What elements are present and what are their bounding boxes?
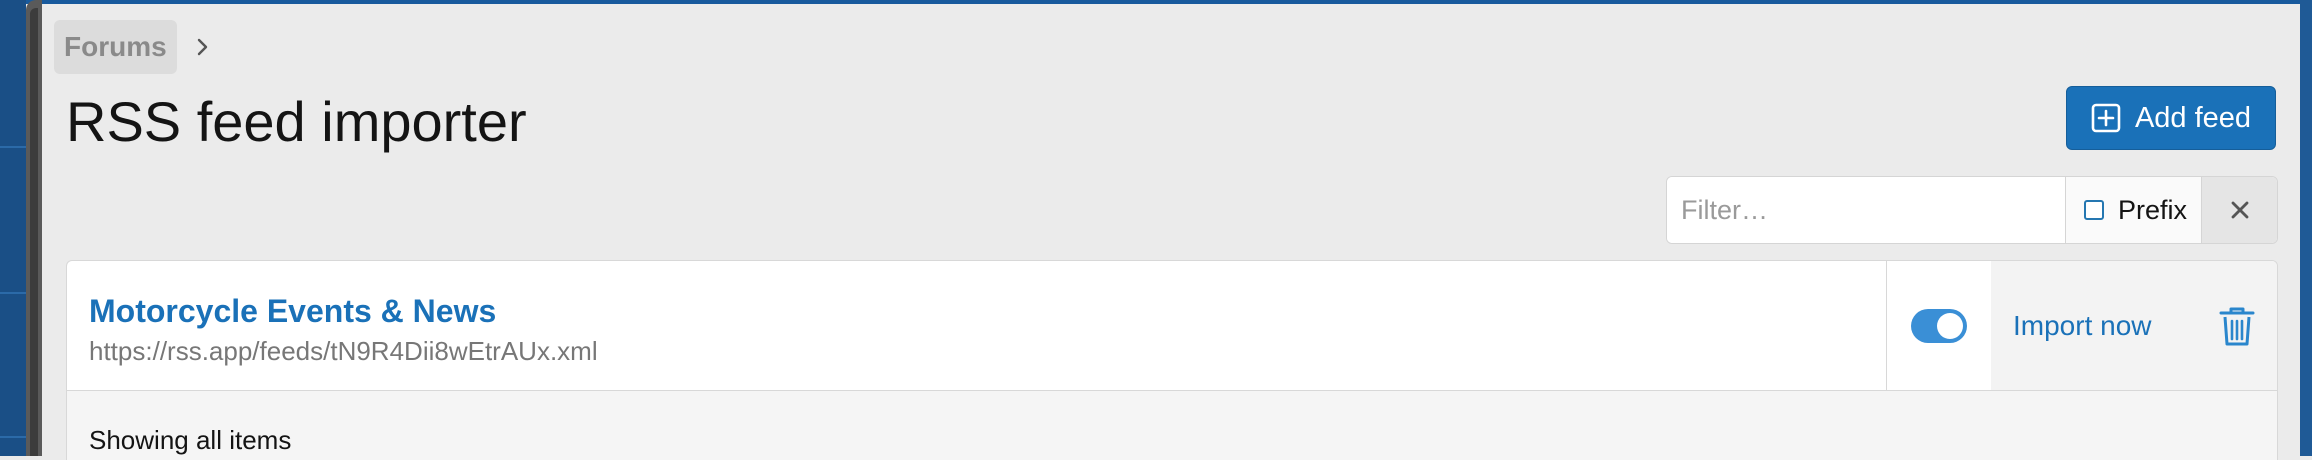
breadcrumb-item-forums[interactable]: Forums xyxy=(54,20,177,74)
clear-filter-button[interactable] xyxy=(2201,177,2277,243)
prefix-option[interactable]: Prefix xyxy=(2065,177,2201,243)
feed-info[interactable]: Motorcycle Events & News https://rss.app… xyxy=(67,261,1886,390)
list-item: Motorcycle Events & News https://rss.app… xyxy=(67,261,2277,391)
page-title: RSS feed importer xyxy=(66,90,527,153)
feed-toggle-cell xyxy=(1886,261,1991,390)
filter-input[interactable] xyxy=(1667,177,2065,243)
main-panel: Forums RSS feed importer Add feed Prefix xyxy=(42,4,2300,460)
prefix-label: Prefix xyxy=(2118,194,2188,225)
plus-square-icon xyxy=(2091,103,2121,133)
list-footer-status: Showing all items xyxy=(67,391,2277,460)
import-now-link[interactable]: Import now xyxy=(2013,310,2193,342)
background-sidebar xyxy=(0,0,26,456)
filter-bar: Prefix xyxy=(1666,176,2278,244)
prefix-checkbox[interactable] xyxy=(2084,200,2104,220)
trash-icon xyxy=(2219,307,2255,345)
background-right-strip xyxy=(2300,0,2312,456)
overlay-frame-edge xyxy=(26,0,42,456)
feed-url: https://rss.app/feeds/tN9R4Dii8wEtrAUx.x… xyxy=(89,336,598,366)
delete-feed-button[interactable] xyxy=(2217,304,2257,348)
feed-enabled-toggle[interactable] xyxy=(1911,308,1967,343)
feed-list: Motorcycle Events & News https://rss.app… xyxy=(66,260,2278,460)
add-feed-button[interactable]: Add feed xyxy=(2066,86,2276,150)
toggle-knob xyxy=(1937,312,1963,339)
chevron-right-icon xyxy=(193,37,213,57)
add-feed-label: Add feed xyxy=(2134,101,2252,134)
feed-actions: Import now xyxy=(1991,261,2277,390)
close-icon xyxy=(2231,201,2248,219)
feed-title-link[interactable]: Motorcycle Events & News xyxy=(89,291,1886,331)
breadcrumb: Forums xyxy=(54,20,213,74)
